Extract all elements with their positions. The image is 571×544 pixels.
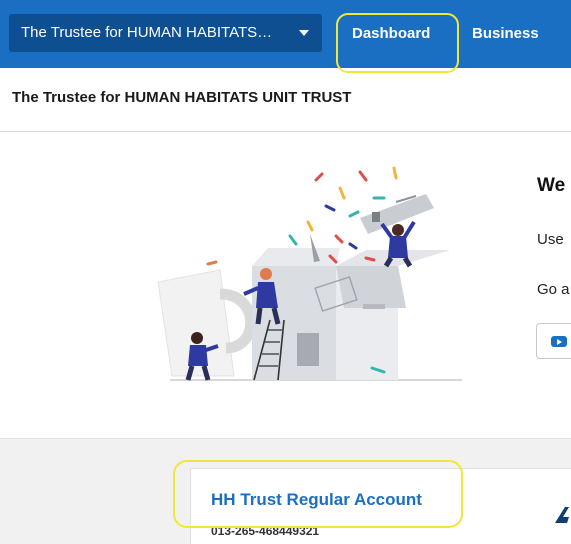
organisation-selector[interactable]: The Trustee for HUMAN HABITATS… (9, 14, 322, 52)
welcome-illustration (157, 166, 462, 381)
tab-business[interactable]: Business (472, 0, 539, 68)
organisation-selector-label: The Trustee for HUMAN HABITATS… (21, 24, 273, 41)
top-nav-bar: The Trustee for HUMAN HABITATS… Dashboar… (0, 0, 571, 68)
account-name-link[interactable]: HH Trust Regular Account (211, 490, 422, 510)
caret-down-icon (299, 30, 309, 36)
welcome-heading: We (537, 175, 566, 196)
brand-logo-icon (555, 507, 569, 523)
video-play-icon (551, 336, 567, 347)
tab-dashboard[interactable]: Dashboard (352, 0, 430, 68)
account-number: 013-265-468449321 (211, 524, 320, 538)
entity-title: The Trustee for HUMAN HABITATS UNIT TRUS… (12, 89, 352, 106)
section-divider (0, 131, 571, 132)
welcome-text-line-1: Use (537, 231, 564, 248)
welcome-text-line-2: Go a (537, 281, 570, 298)
watch-video-button[interactable] (536, 323, 571, 359)
